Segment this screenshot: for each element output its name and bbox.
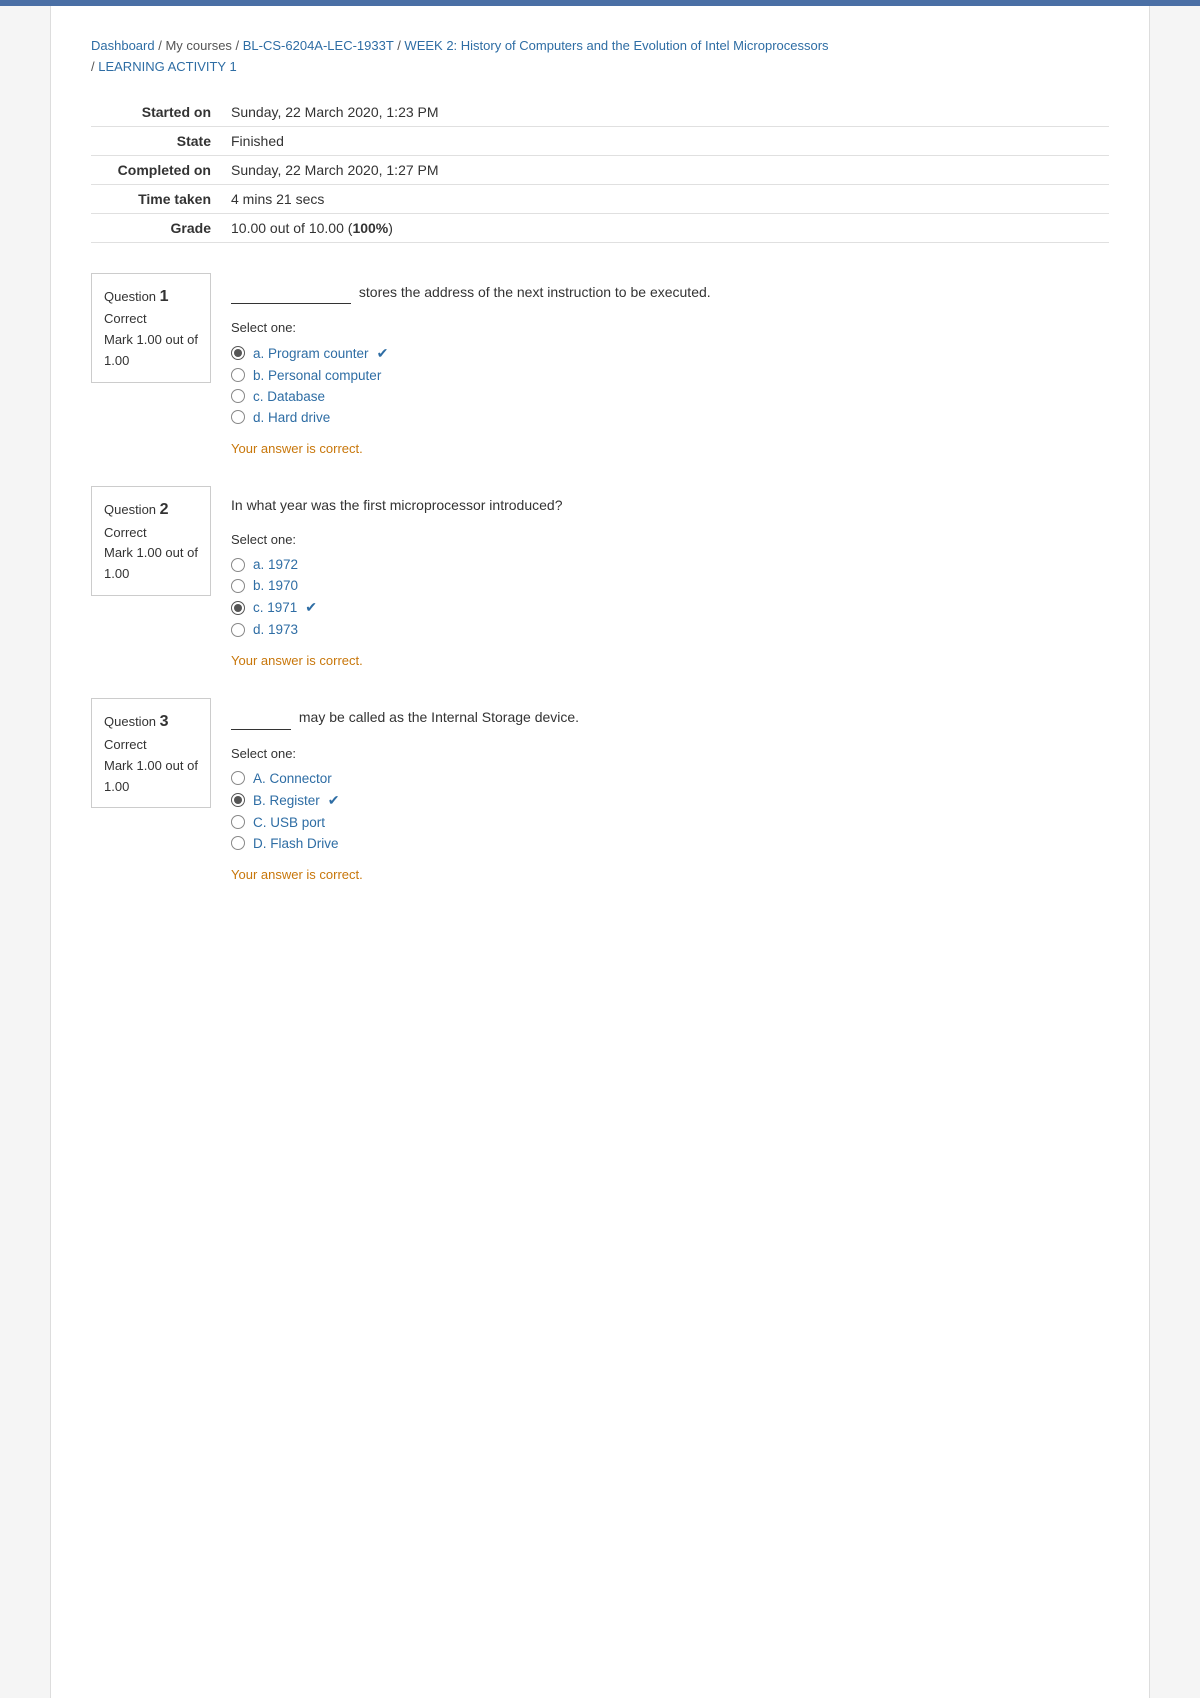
q2-option-a-label: a. 1972	[253, 557, 298, 572]
q2-option-c[interactable]: c. 1971 ✔	[231, 599, 1109, 616]
q2-option-d[interactable]: d. 1973	[231, 622, 1109, 637]
q2-text: In what year was the first microprocesso…	[231, 494, 1109, 516]
page-wrapper: Dashboard / My courses / BL-CS-6204A-LEC…	[50, 6, 1150, 1698]
label-grade: Grade	[91, 213, 221, 242]
q3-option-b[interactable]: B. Register ✔	[231, 792, 1109, 809]
q3-check-b: ✔	[328, 792, 340, 809]
question-1-block: Question 1 Correct Mark 1.00 out of 1.00…	[91, 273, 1109, 456]
q3-option-c[interactable]: C. USB port	[231, 815, 1109, 830]
q1-option-d-label: d. Hard drive	[253, 410, 330, 425]
q1-text: stores the address of the next instructi…	[231, 281, 1109, 304]
q2-status: Correct	[104, 523, 198, 544]
q3-option-d-label: D. Flash Drive	[253, 836, 339, 851]
summary-row-grade: Grade 10.00 out of 10.00 (100%)	[91, 213, 1109, 242]
label-completed: Completed on	[91, 155, 221, 184]
q2-option-b[interactable]: b. 1970	[231, 578, 1109, 593]
question-2-block: Question 2 Correct Mark 1.00 out of 1.00…	[91, 486, 1109, 668]
q1-option-d[interactable]: d. Hard drive	[231, 410, 1109, 425]
question-1-sidebar: Question 1 Correct Mark 1.00 out of 1.00	[91, 273, 211, 383]
q3-text: may be called as the Internal Storage de…	[231, 706, 1109, 729]
q3-option-a[interactable]: A. Connector	[231, 771, 1109, 786]
q1-feedback: Your answer is correct.	[231, 441, 1109, 456]
summary-row-completed: Completed on Sunday, 22 March 2020, 1:27…	[91, 155, 1109, 184]
label-time: Time taken	[91, 184, 221, 213]
q1-check-a: ✔	[377, 345, 389, 362]
summary-row-state: State Finished	[91, 126, 1109, 155]
breadcrumb-dashboard[interactable]: Dashboard	[91, 38, 155, 53]
q2-select-label: Select one:	[231, 532, 1109, 547]
question-2-body: In what year was the first microprocesso…	[231, 486, 1109, 668]
q1-options: a. Program counter ✔ b. Personal compute…	[231, 345, 1109, 425]
q3-options: A. Connector B. Register ✔ C. USB port D…	[231, 771, 1109, 851]
q2-option-d-label: d. 1973	[253, 622, 298, 637]
q2-option-c-label: c. 1971	[253, 600, 297, 615]
q1-blank	[231, 281, 351, 304]
summary-row-time: Time taken 4 mins 21 secs	[91, 184, 1109, 213]
question-2-sidebar: Question 2 Correct Mark 1.00 out of 1.00	[91, 486, 211, 596]
q1-text-suffix: stores the address of the next instructi…	[359, 284, 711, 300]
breadcrumb-course[interactable]: BL-CS-6204A-LEC-1933T	[243, 38, 394, 53]
value-started: Sunday, 22 March 2020, 1:23 PM	[221, 98, 1109, 127]
q3-status: Correct	[104, 735, 198, 756]
q1-select-label: Select one:	[231, 320, 1109, 335]
value-completed: Sunday, 22 March 2020, 1:27 PM	[221, 155, 1109, 184]
q3-text-suffix: may be called as the Internal Storage de…	[299, 709, 579, 725]
q2-check-c: ✔	[305, 599, 317, 616]
question-1-body: stores the address of the next instructi…	[231, 273, 1109, 456]
q3-option-b-label: B. Register	[253, 793, 320, 808]
q1-number: Question 1	[104, 284, 198, 310]
q1-mark: Mark 1.00 out of 1.00	[104, 330, 198, 372]
q2-option-a[interactable]: a. 1972	[231, 557, 1109, 572]
value-state: Finished	[221, 126, 1109, 155]
q3-option-a-label: A. Connector	[253, 771, 332, 786]
value-time: 4 mins 21 secs	[221, 184, 1109, 213]
value-grade: 10.00 out of 10.00 (100%)	[221, 213, 1109, 242]
q1-option-c[interactable]: c. Database	[231, 389, 1109, 404]
q2-number: Question 2	[104, 497, 198, 523]
content-area: Dashboard / My courses / BL-CS-6204A-LEC…	[51, 6, 1149, 952]
summary-table: Started on Sunday, 22 March 2020, 1:23 P…	[91, 98, 1109, 243]
q2-option-b-label: b. 1970	[253, 578, 298, 593]
q3-select-label: Select one:	[231, 746, 1109, 761]
breadcrumb: Dashboard / My courses / BL-CS-6204A-LEC…	[91, 36, 1109, 78]
q3-feedback: Your answer is correct.	[231, 867, 1109, 882]
q1-option-c-label: c. Database	[253, 389, 325, 404]
label-started: Started on	[91, 98, 221, 127]
q1-option-b-label: b. Personal computer	[253, 368, 381, 383]
q1-option-a-label: a. Program counter	[253, 346, 369, 361]
q3-number: Question 3	[104, 709, 198, 735]
q3-blank	[231, 706, 291, 729]
question-3-body: may be called as the Internal Storage de…	[231, 698, 1109, 881]
summary-row-started: Started on Sunday, 22 March 2020, 1:23 P…	[91, 98, 1109, 127]
q3-mark: Mark 1.00 out of 1.00	[104, 756, 198, 798]
label-state: State	[91, 126, 221, 155]
q3-option-c-label: C. USB port	[253, 815, 325, 830]
q2-text-main: In what year was the first microprocesso…	[231, 497, 562, 513]
q1-option-b[interactable]: b. Personal computer	[231, 368, 1109, 383]
q2-feedback: Your answer is correct.	[231, 653, 1109, 668]
question-3-sidebar: Question 3 Correct Mark 1.00 out of 1.00	[91, 698, 211, 808]
breadcrumb-activity[interactable]: LEARNING ACTIVITY 1	[98, 59, 236, 74]
q1-option-a[interactable]: a. Program counter ✔	[231, 345, 1109, 362]
q2-mark: Mark 1.00 out of 1.00	[104, 543, 198, 585]
q2-options: a. 1972 b. 1970 c. 1971 ✔ d. 1973	[231, 557, 1109, 637]
question-3-block: Question 3 Correct Mark 1.00 out of 1.00…	[91, 698, 1109, 881]
breadcrumb-week[interactable]: WEEK 2: History of Computers and the Evo…	[404, 38, 828, 53]
q3-option-d[interactable]: D. Flash Drive	[231, 836, 1109, 851]
q1-status: Correct	[104, 309, 198, 330]
